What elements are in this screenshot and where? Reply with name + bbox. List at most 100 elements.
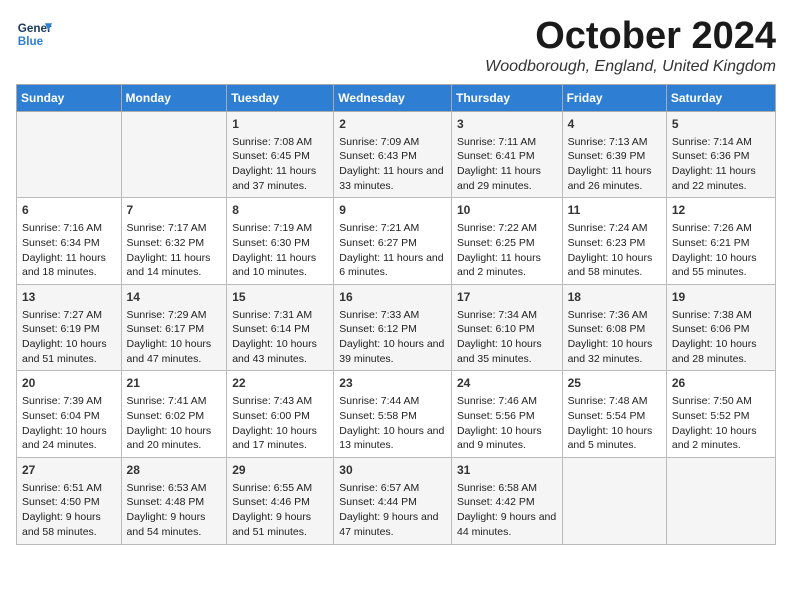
calendar-cell: 17 Sunrise: 7:34 AM Sunset: 6:10 PM Dayli… xyxy=(451,284,562,371)
day-number: 26 xyxy=(672,375,770,392)
calendar-cell: 19Sunrise: 7:38 AM Sunset: 6:06 PM Dayli… xyxy=(666,284,775,371)
calendar-cell: 26 Sunrise: 7:50 AM Sunset: 5:52 PM Dayli… xyxy=(666,371,775,458)
calendar-cell: 6 Sunrise: 7:16 AM Sunset: 6:34 PM Daylig… xyxy=(17,198,122,285)
calendar-cell xyxy=(562,457,666,544)
calendar-cell xyxy=(121,111,227,198)
day-info: Sunrise: 7:29 AM Sunset: 6:17 PM Dayligh… xyxy=(127,308,222,367)
day-number: 6 xyxy=(22,202,116,219)
header-day: Wednesday xyxy=(334,84,452,111)
day-number: 9 xyxy=(339,202,446,219)
calendar-cell: 25Sunrise: 7:48 AM Sunset: 5:54 PM Dayli… xyxy=(562,371,666,458)
day-number: 14 xyxy=(127,289,222,306)
logo: General Blue xyxy=(16,16,52,52)
day-info: Sunrise: 7:41 AM Sunset: 6:02 PM Dayligh… xyxy=(127,394,222,453)
calendar-cell xyxy=(666,457,775,544)
calendar-week-row: 13Sunrise: 7:27 AM Sunset: 6:19 PM Dayli… xyxy=(17,284,776,371)
day-number: 5 xyxy=(672,116,770,133)
day-number: 8 xyxy=(232,202,328,219)
day-info: Sunrise: 6:55 AM Sunset: 4:46 PM Dayligh… xyxy=(232,481,328,540)
day-info: Sunrise: 7:44 AM Sunset: 5:58 PM Dayligh… xyxy=(339,394,446,453)
day-info: Sunrise: 6:53 AM Sunset: 4:48 PM Dayligh… xyxy=(127,481,222,540)
day-number: 12 xyxy=(672,202,770,219)
day-info: Sunrise: 7:39 AM Sunset: 6:04 PM Dayligh… xyxy=(22,394,116,453)
day-info: Sunrise: 7:38 AM Sunset: 6:06 PM Dayligh… xyxy=(672,308,770,367)
svg-text:Blue: Blue xyxy=(18,35,44,48)
day-info: Sunrise: 6:58 AM Sunset: 4:42 PM Dayligh… xyxy=(457,481,557,540)
calendar-cell: 5 Sunrise: 7:14 AM Sunset: 6:36 PM Daylig… xyxy=(666,111,775,198)
day-number: 15 xyxy=(232,289,328,306)
day-number: 31 xyxy=(457,462,557,479)
calendar-cell: 16Sunrise: 7:33 AM Sunset: 6:12 PM Dayli… xyxy=(334,284,452,371)
calendar-cell: 14 Sunrise: 7:29 AM Sunset: 6:17 PM Dayli… xyxy=(121,284,227,371)
day-number: 2 xyxy=(339,116,446,133)
day-info: Sunrise: 7:17 AM Sunset: 6:32 PM Dayligh… xyxy=(127,221,222,280)
header-day: Friday xyxy=(562,84,666,111)
calendar-cell: 2 Sunrise: 7:09 AM Sunset: 6:43 PM Daylig… xyxy=(334,111,452,198)
day-number: 1 xyxy=(232,116,328,133)
calendar-week-row: 1 Sunrise: 7:08 AM Sunset: 6:45 PM Daylig… xyxy=(17,111,776,198)
page-header: General Blue October 2024 Woodborough, E… xyxy=(16,16,776,76)
day-number: 28 xyxy=(127,462,222,479)
day-number: 30 xyxy=(339,462,446,479)
day-info: Sunrise: 7:16 AM Sunset: 6:34 PM Dayligh… xyxy=(22,221,116,280)
month-title: October 2024 xyxy=(485,16,776,58)
day-number: 18 xyxy=(568,289,661,306)
day-info: Sunrise: 7:43 AM Sunset: 6:00 PM Dayligh… xyxy=(232,394,328,453)
calendar-cell: 12Sunrise: 7:26 AM Sunset: 6:21 PM Dayli… xyxy=(666,198,775,285)
calendar-cell: 21 Sunrise: 7:41 AM Sunset: 6:02 PM Dayli… xyxy=(121,371,227,458)
calendar-cell: 8 Sunrise: 7:19 AM Sunset: 6:30 PM Daylig… xyxy=(227,198,334,285)
day-info: Sunrise: 7:11 AM Sunset: 6:41 PM Dayligh… xyxy=(457,135,557,194)
logo-icon: General Blue xyxy=(16,16,52,52)
day-number: 29 xyxy=(232,462,328,479)
day-number: 21 xyxy=(127,375,222,392)
calendar-week-row: 20Sunrise: 7:39 AM Sunset: 6:04 PM Dayli… xyxy=(17,371,776,458)
header-day: Saturday xyxy=(666,84,775,111)
day-number: 7 xyxy=(127,202,222,219)
calendar-week-row: 6 Sunrise: 7:16 AM Sunset: 6:34 PM Daylig… xyxy=(17,198,776,285)
day-info: Sunrise: 7:22 AM Sunset: 6:25 PM Dayligh… xyxy=(457,221,557,280)
day-info: Sunrise: 6:57 AM Sunset: 4:44 PM Dayligh… xyxy=(339,481,446,540)
calendar-cell: 4Sunrise: 7:13 AM Sunset: 6:39 PM Daylig… xyxy=(562,111,666,198)
calendar-cell: 22Sunrise: 7:43 AM Sunset: 6:00 PM Dayli… xyxy=(227,371,334,458)
calendar-table: SundayMondayTuesdayWednesdayThursdayFrid… xyxy=(16,84,776,545)
calendar-cell: 27 Sunrise: 6:51 AM Sunset: 4:50 PM Dayli… xyxy=(17,457,122,544)
header-day: Thursday xyxy=(451,84,562,111)
calendar-cell: 18 Sunrise: 7:36 AM Sunset: 6:08 PM Dayli… xyxy=(562,284,666,371)
calendar-cell: 13Sunrise: 7:27 AM Sunset: 6:19 PM Dayli… xyxy=(17,284,122,371)
day-info: Sunrise: 7:21 AM Sunset: 6:27 PM Dayligh… xyxy=(339,221,446,280)
day-info: Sunrise: 7:46 AM Sunset: 5:56 PM Dayligh… xyxy=(457,394,557,453)
calendar-cell: 31 Sunrise: 6:58 AM Sunset: 4:42 PM Dayli… xyxy=(451,457,562,544)
day-info: Sunrise: 7:19 AM Sunset: 6:30 PM Dayligh… xyxy=(232,221,328,280)
day-number: 11 xyxy=(568,202,661,219)
day-number: 10 xyxy=(457,202,557,219)
calendar-cell: 3Sunrise: 7:11 AM Sunset: 6:41 PM Daylig… xyxy=(451,111,562,198)
day-info: Sunrise: 7:50 AM Sunset: 5:52 PM Dayligh… xyxy=(672,394,770,453)
day-number: 17 xyxy=(457,289,557,306)
day-info: Sunrise: 7:14 AM Sunset: 6:36 PM Dayligh… xyxy=(672,135,770,194)
calendar-week-row: 27 Sunrise: 6:51 AM Sunset: 4:50 PM Dayli… xyxy=(17,457,776,544)
calendar-cell: 30 Sunrise: 6:57 AM Sunset: 4:44 PM Dayli… xyxy=(334,457,452,544)
calendar-cell: 23 Sunrise: 7:44 AM Sunset: 5:58 PM Dayli… xyxy=(334,371,452,458)
day-info: Sunrise: 7:08 AM Sunset: 6:45 PM Dayligh… xyxy=(232,135,328,194)
day-info: Sunrise: 7:36 AM Sunset: 6:08 PM Dayligh… xyxy=(568,308,661,367)
calendar-cell: 11Sunrise: 7:24 AM Sunset: 6:23 PM Dayli… xyxy=(562,198,666,285)
calendar-cell: 15 Sunrise: 7:31 AM Sunset: 6:14 PM Dayli… xyxy=(227,284,334,371)
day-info: Sunrise: 7:31 AM Sunset: 6:14 PM Dayligh… xyxy=(232,308,328,367)
day-number: 25 xyxy=(568,375,661,392)
location-subtitle: Woodborough, England, United Kingdom xyxy=(485,58,776,76)
calendar-cell: 9 Sunrise: 7:21 AM Sunset: 6:27 PM Daylig… xyxy=(334,198,452,285)
calendar-cell: 24Sunrise: 7:46 AM Sunset: 5:56 PM Dayli… xyxy=(451,371,562,458)
header-row: SundayMondayTuesdayWednesdayThursdayFrid… xyxy=(17,84,776,111)
calendar-cell: 20Sunrise: 7:39 AM Sunset: 6:04 PM Dayli… xyxy=(17,371,122,458)
calendar-cell: 1 Sunrise: 7:08 AM Sunset: 6:45 PM Daylig… xyxy=(227,111,334,198)
header-day: Tuesday xyxy=(227,84,334,111)
header-day: Sunday xyxy=(17,84,122,111)
day-number: 27 xyxy=(22,462,116,479)
day-info: Sunrise: 7:34 AM Sunset: 6:10 PM Dayligh… xyxy=(457,308,557,367)
title-block: October 2024 Woodborough, England, Unite… xyxy=(485,16,776,76)
day-info: Sunrise: 6:51 AM Sunset: 4:50 PM Dayligh… xyxy=(22,481,116,540)
day-info: Sunrise: 7:09 AM Sunset: 6:43 PM Dayligh… xyxy=(339,135,446,194)
day-number: 23 xyxy=(339,375,446,392)
day-number: 16 xyxy=(339,289,446,306)
calendar-cell xyxy=(17,111,122,198)
